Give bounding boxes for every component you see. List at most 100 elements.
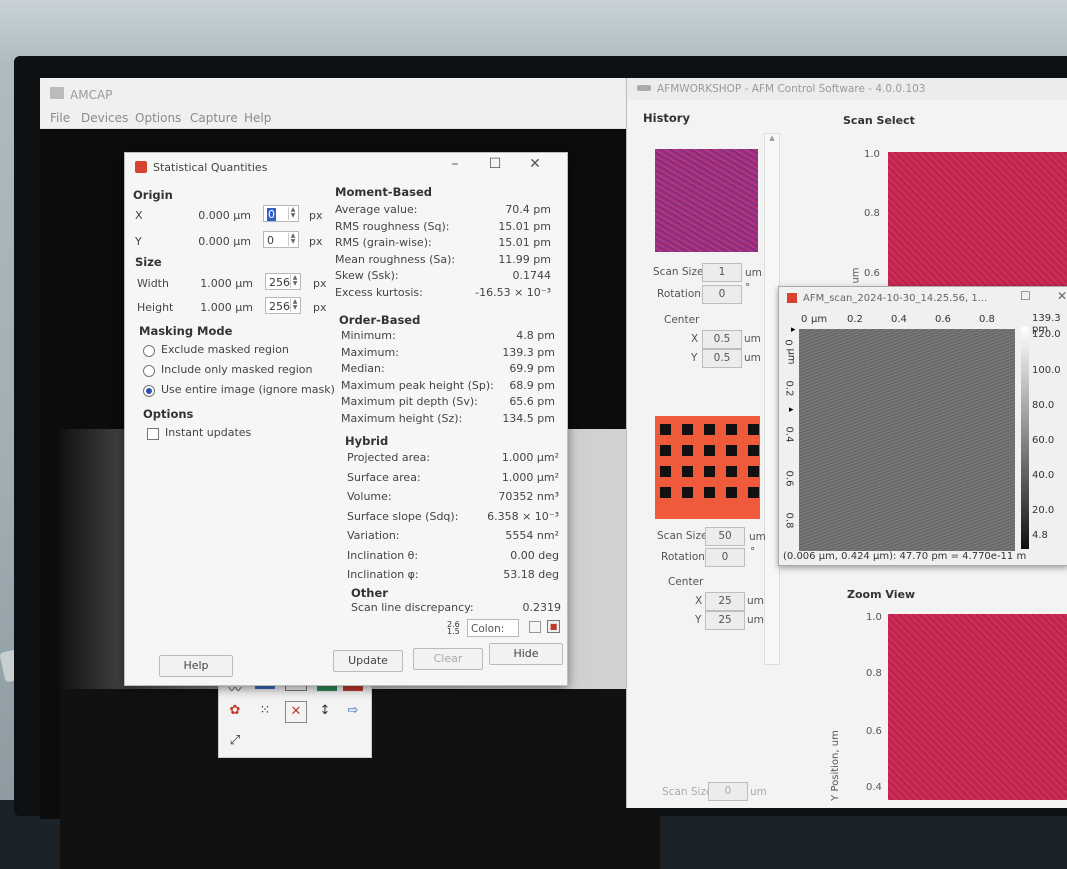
exclude-masked-radio[interactable] [143,345,155,357]
height-spinner[interactable]: 256 ▲ ▼ [265,297,301,314]
origin-x-spinner[interactable]: 0 ▲ ▼ [263,205,299,222]
exclude-masked-label[interactable]: Exclude masked region [161,343,289,356]
thumb2-rotation-label: Rotation [661,551,705,563]
maximize-icon[interactable]: ☐ [485,156,505,172]
hybrid-row-label: Projected area: [347,451,431,464]
maximize-icon[interactable]: ☐ [1020,289,1031,303]
thumb1-x-field[interactable]: 0.5 [702,330,742,349]
thumb3-scansize-field[interactable]: 0 [708,782,748,801]
hybrid-row-label: Inclination φ: [347,568,419,581]
scan-select-heading: Scan Select [843,114,915,127]
dialog-title: Statistical Quantities [153,161,268,174]
close-icon[interactable]: ✕ [525,156,545,172]
entire-image-label[interactable]: Use entire image (ignore mask) [161,383,335,396]
menu-options[interactable]: Options [135,111,181,125]
moment-row-value: -16.53 × 10⁻³ [475,285,551,299]
include-masked-label[interactable]: Include only masked region [161,363,313,376]
ruler-marker-icon: ▸ [791,325,796,335]
close-icon[interactable]: ✕ [1057,289,1067,303]
moment-row-value: 15.01 pm [498,219,551,233]
thumb3-scansize-unit: um [750,786,767,798]
order-row-value: 134.5 pm [502,411,555,425]
moment-row-value: 0.1744 [512,269,552,282]
entire-image-radio[interactable] [143,385,155,397]
ruler-marker-icon: ▸ [789,405,794,415]
scan-image[interactable] [799,329,1015,551]
zoom-view-image[interactable] [888,614,1067,800]
hide-button[interactable]: Hide [489,643,563,665]
thumb2-scansize-field[interactable]: 50 [705,527,745,546]
width-unit: px [313,277,327,290]
top-tick-3: 0.6 [935,314,951,325]
minimize-icon[interactable]: – [445,156,465,172]
grain-tool-icon[interactable]: ✿ [225,701,245,721]
order-row-value: 65.6 pm [509,395,555,408]
order-row-label: Median: [341,362,385,375]
colorbar-tick-6: 20.0 [1032,505,1055,516]
moment-row-label: RMS (grain-wise): [335,236,432,249]
instant-updates-checkbox[interactable] [147,428,159,440]
scan-title: AFM_scan_2024-10-30_14.25.56, 1... [803,293,988,304]
scan-select-image[interactable] [888,152,1067,292]
scan-select-tick-1: 1.0 [864,149,880,160]
top-tick-unit: µm [811,314,828,325]
thumb2-y-field[interactable]: 25 [705,611,745,630]
height-tool-icon[interactable]: ↕ [315,701,335,721]
clear-button[interactable]: Clear [413,648,483,670]
thumb2-x-field[interactable]: 25 [705,592,745,611]
height-unit: px [313,301,327,314]
thumb2-y-unit: um [747,614,764,626]
colon-format-combo[interactable]: Colon: [467,619,519,637]
number-format-icon[interactable]: 2.6 1.5 [447,621,460,636]
points-tool-icon[interactable]: ⁙ [255,701,275,721]
mask-remove-icon[interactable]: ✕ [285,701,307,723]
scroll-up-icon[interactable]: ▲ [765,134,779,142]
menu-file[interactable]: File [50,111,70,125]
thumb1-rotation-field[interactable]: 0 [702,285,742,304]
origin-y-spinner[interactable]: 0 ▲ ▼ [263,231,299,248]
left-tick-2: 0.4 [783,426,795,443]
instant-updates-label[interactable]: Instant updates [165,426,251,439]
dialog-titlebar: Statistical Quantities – ☐ ✕ [125,153,567,181]
afm-titlebar: AFMWORKSHOP - AFM Control Software - 4.0… [627,78,1067,100]
origin-y-value: 0.000 µm [198,235,251,248]
afm-scan-window: AFM_scan_2024-10-30_14.25.56, 1... ☐ ✕ 0… [778,286,1067,566]
order-heading: Order-Based [339,313,421,327]
left-tick-1: 0.2 [783,380,795,397]
update-button[interactable]: Update [333,650,403,672]
amcap-title: AMCAP [70,88,113,102]
scan-select-tick-2: 0.8 [864,208,880,219]
options-heading: Options [143,407,194,421]
thumb1-y-field[interactable]: 0.5 [702,349,742,368]
order-row-label: Minimum: [341,329,396,342]
moment-row-label: Skew (Ssk): [335,269,399,282]
height-value: 1.000 µm [200,301,253,314]
order-row-value: 68.9 pm [509,378,555,392]
copy-icon[interactable] [529,621,541,633]
width-spinner[interactable]: 256 ▲ ▼ [265,273,301,290]
menu-help[interactable]: Help [244,111,271,125]
menu-capture[interactable]: Capture [190,111,238,125]
thumb3-scansize-label: Scan Size [662,786,713,798]
moment-row-value: 70.4 pm [505,203,551,216]
save-icon[interactable]: ■ [547,620,560,633]
include-masked-radio[interactable] [143,365,155,377]
measure-tool-icon[interactable]: ⤢ [225,731,245,751]
colorbar-tick-5: 40.0 [1032,470,1055,481]
menu-devices[interactable]: Devices [81,111,128,125]
history-thumbnail-1[interactable] [655,149,758,252]
history-thumbnail-2[interactable] [655,416,760,519]
scan-select-tick-3: 0.6 [864,268,880,279]
hybrid-row-value: 1.000 µm² [501,451,559,464]
thumb2-rotation-field[interactable]: 0 [705,548,745,567]
origin-x-unit: px [309,209,323,222]
scan-titlebar: AFM_scan_2024-10-30_14.25.56, 1... ☐ ✕ [779,287,1067,309]
help-button[interactable]: Help [159,655,233,677]
color-scale-bar [1021,327,1029,549]
colorbar-tick-1: 120.0 [1032,329,1061,340]
gwyddion-icon [787,293,797,303]
thumb1-scansize-field[interactable]: 1 [702,263,742,282]
thumb1-scansize-unit: um [745,267,762,279]
order-row-value: 69.9 pm [509,362,555,375]
export-tool-icon[interactable]: ⇨ [343,701,363,721]
